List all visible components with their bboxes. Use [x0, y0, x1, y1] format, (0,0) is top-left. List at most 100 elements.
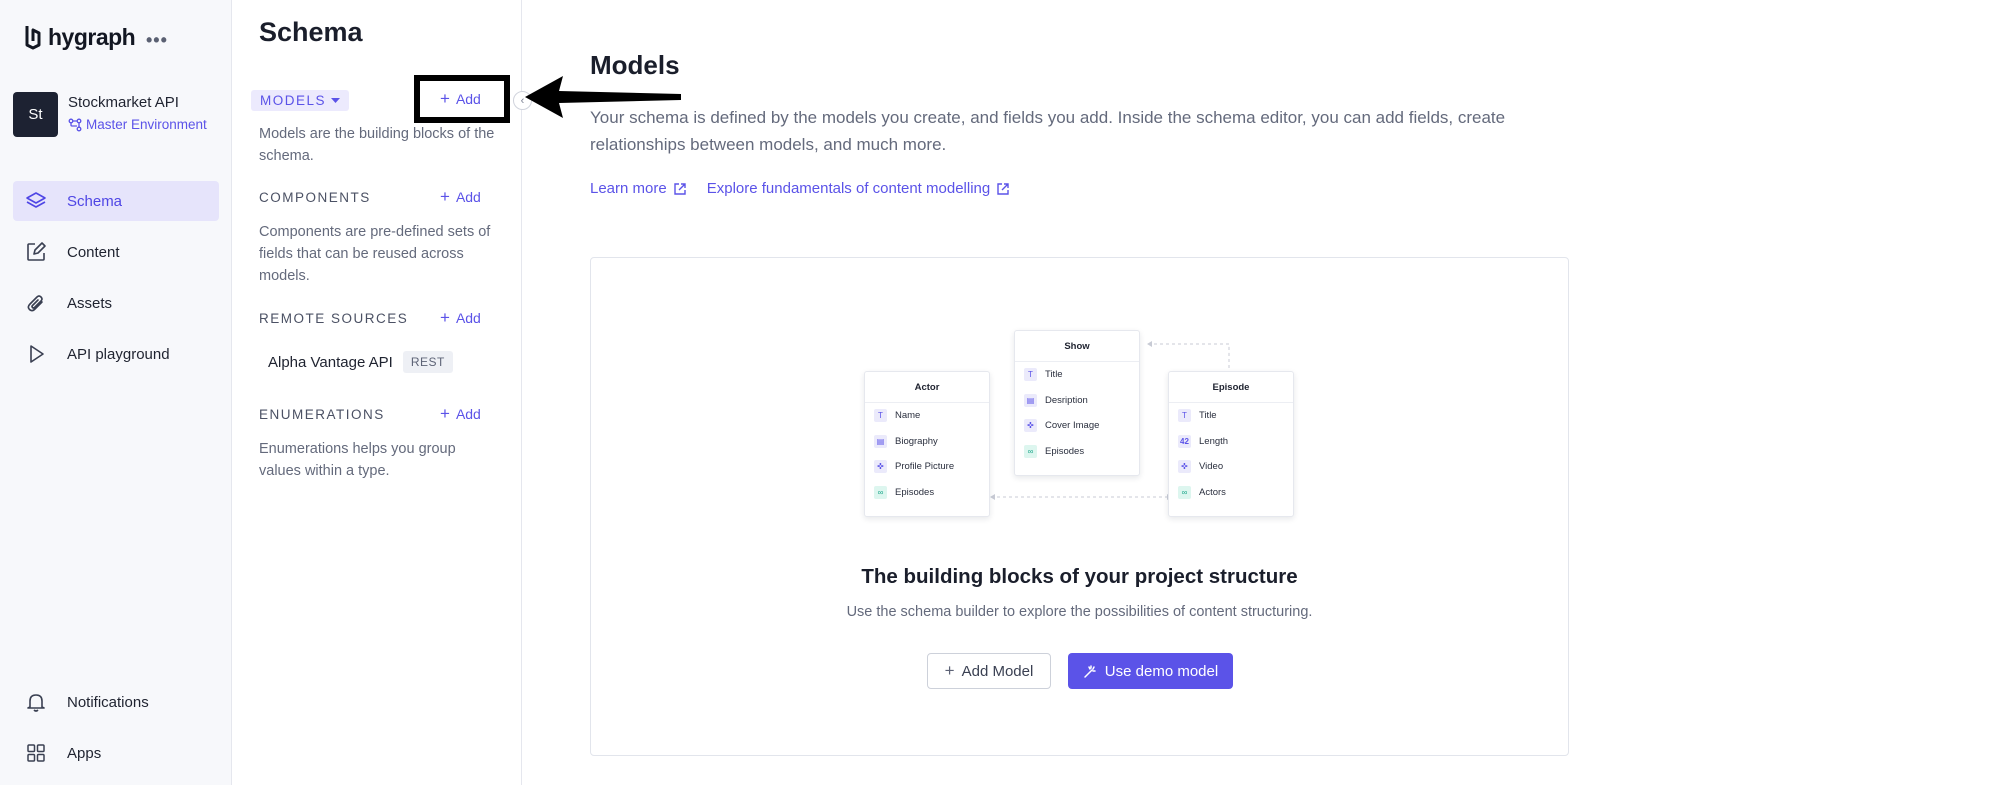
diagram-model-show: Show T Title ▤ Desription ✜ Cover Image ∞ Ep…: [1014, 330, 1140, 476]
diagram-field: ▤ Desription: [1015, 388, 1139, 414]
nav-item-content[interactable]: Content: [13, 232, 219, 272]
environment-label: Master Environment: [86, 117, 207, 132]
diagram-field-label: Title: [1199, 410, 1217, 422]
bell-icon: [23, 689, 49, 715]
diagram-field-label: Actors: [1199, 486, 1226, 498]
text-field-icon: T: [1024, 368, 1037, 382]
reference-icon: ∞: [874, 485, 887, 499]
add-label: Add: [455, 188, 481, 205]
asset-icon: ✜: [1024, 419, 1037, 433]
add-model-button[interactable]: + Add Model: [927, 653, 1051, 689]
logo-text: hygraph: [48, 24, 136, 50]
nav-item-apps[interactable]: Apps: [13, 733, 219, 773]
nav-item-label: Notifications: [67, 693, 149, 711]
explore-fundamentals-link[interactable]: Explore fundamentals of content modellin…: [707, 180, 1011, 197]
external-link-icon: [674, 182, 686, 195]
diagram-field: ▤ Biography: [865, 429, 989, 455]
diagram-field: 42 Length: [1169, 429, 1293, 455]
rich-text-icon: ▤: [874, 434, 887, 448]
help-links: Learn more Explore fundamentals of conte…: [590, 180, 1010, 197]
plus-icon: +: [440, 187, 450, 206]
edit-icon: [23, 239, 49, 265]
explore-fundamentals-label: Explore fundamentals of content modellin…: [706, 180, 991, 197]
nav-item-api-playground[interactable]: API playground: [13, 334, 219, 374]
diagram-field-label: Desription: [1045, 394, 1088, 406]
text-field-icon: T: [1178, 409, 1191, 423]
page-title: Models: [590, 50, 680, 80]
magic-wand-icon: [1084, 664, 1096, 678]
diagram-field: ✜ Video: [1169, 454, 1293, 480]
reference-icon: ∞: [1024, 444, 1037, 458]
components-heading: COMPONENTS: [259, 190, 371, 205]
add-model-label: Add Model: [961, 662, 1034, 680]
hygraph-logo-icon: [25, 25, 41, 49]
diagram-model-title: Actor: [865, 372, 989, 403]
reference-icon: ∞: [1178, 485, 1191, 499]
components-description: Components are pre-defined sets of field…: [259, 224, 491, 284]
caret-down-icon: [331, 97, 341, 103]
diagram-field-label: Profile Picture: [895, 461, 955, 473]
nav-item-label: Apps: [67, 744, 102, 762]
learn-more-link[interactable]: Learn more: [590, 180, 687, 197]
add-enumeration-link[interactable]: + Add: [440, 405, 481, 422]
use-demo-model-button[interactable]: Use demo model: [1068, 653, 1233, 689]
left-navigation: hygraph ••• St Stockmarket API Master En…: [0, 0, 232, 785]
remote-source-name: Alpha Vantage API: [268, 353, 393, 371]
environment-switcher[interactable]: Master Environment: [68, 117, 207, 132]
hygraph-logo[interactable]: hygraph: [24, 24, 136, 51]
apps-grid-icon: [23, 740, 49, 766]
diagram-model-title: Episode: [1169, 372, 1293, 403]
models-description: Models are the building blocks of the sc…: [259, 126, 495, 164]
schema-title: Schema: [259, 17, 363, 47]
add-label: Add: [455, 405, 481, 422]
project-switcher[interactable]: St Stockmarket API Master Environment: [13, 92, 207, 137]
add-component-link[interactable]: + Add: [440, 188, 481, 205]
nav-item-assets[interactable]: Assets: [13, 283, 219, 323]
diagram-field: ∞ Episodes: [1015, 439, 1139, 465]
plus-icon: +: [440, 308, 450, 327]
card-title: The building blocks of your project stru…: [861, 565, 1298, 588]
diagram-model-title: Show: [1015, 331, 1139, 362]
annotation-highlight-box: [414, 75, 510, 123]
nav-item-schema[interactable]: Schema: [13, 181, 219, 221]
models-dropdown[interactable]: MODELS: [251, 90, 350, 111]
nav-item-label: Schema: [67, 192, 123, 210]
rich-text-icon: ▤: [1024, 393, 1037, 407]
diagram-field-label: Video: [1199, 461, 1224, 473]
learn-more-label: Learn more: [590, 180, 667, 197]
diagram-field-label: Episodes: [895, 486, 935, 498]
diagram-field-label: Episodes: [1045, 445, 1085, 457]
diagram-field: ✜ Profile Picture: [865, 454, 989, 480]
asset-icon: ✜: [1178, 460, 1191, 474]
remote-source-item[interactable]: Alpha Vantage API REST: [268, 351, 453, 373]
asset-icon: ✜: [874, 460, 887, 474]
diagram-model-episode: Episode T Title 42 Length ✜ Video ∞ Actors: [1168, 371, 1294, 517]
project-avatar: St: [13, 92, 58, 137]
more-options-icon[interactable]: •••: [146, 30, 168, 51]
plus-icon: +: [440, 404, 450, 423]
nav-item-label: Assets: [67, 294, 113, 312]
main-content: Models Your schema is defined by the mod…: [523, 0, 1999, 785]
enumerations-heading: ENUMERATIONS: [259, 407, 385, 422]
page-description: Your schema is defined by the models you…: [590, 108, 1506, 154]
diagram-field: ∞ Episodes: [865, 480, 989, 506]
models-label: MODELS: [260, 93, 327, 108]
nav-item-label: Content: [67, 243, 120, 261]
external-link-icon: [997, 182, 1009, 195]
add-remote-source-link[interactable]: + Add: [440, 309, 481, 326]
use-demo-label: Use demo model: [1104, 662, 1219, 680]
diagram-field: ✜ Cover Image: [1015, 413, 1139, 439]
diagram-field-label: Name: [895, 410, 921, 422]
nav-item-notifications[interactable]: Notifications: [13, 682, 219, 722]
diagram-field-label: Biography: [895, 435, 938, 447]
diagram-field-label: Length: [1199, 435, 1229, 447]
diagram-field-label: Cover Image: [1045, 420, 1100, 432]
plus-icon: +: [944, 661, 955, 680]
rest-badge: REST: [402, 351, 453, 373]
empty-state-card: Actor T Name ▤ Biography ✜ Profile Picture …: [590, 257, 1569, 756]
diagram-field: T Title: [1169, 403, 1293, 429]
diagram-model-actor: Actor T Name ▤ Biography ✜ Profile Picture …: [864, 371, 990, 517]
diagram-field: T Title: [1015, 362, 1139, 388]
remote-sources-heading: REMOTE SOURCES: [259, 311, 409, 326]
project-name: Stockmarket API: [68, 94, 179, 111]
